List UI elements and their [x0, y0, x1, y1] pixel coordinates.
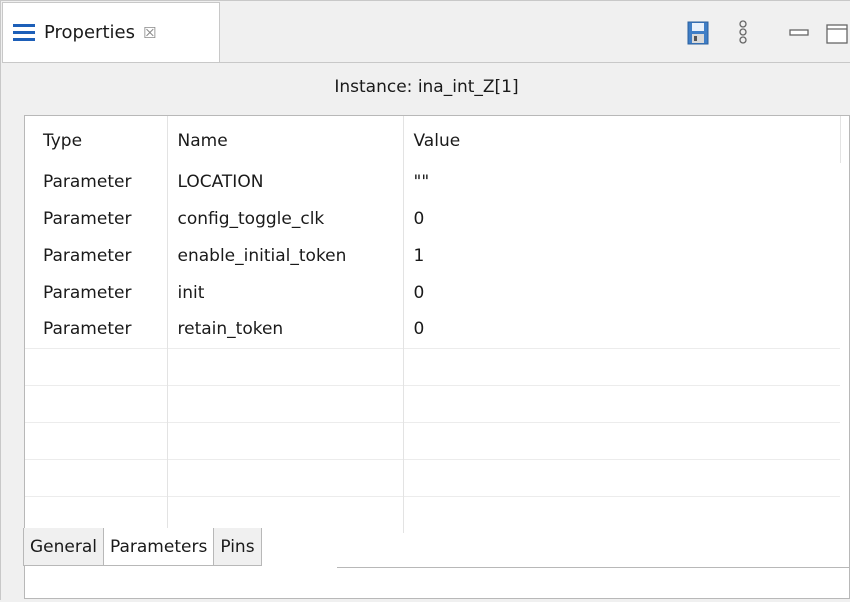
properties-body: Instance: ina_int_Z[1] Type Name Value P… [2, 62, 850, 602]
table-row[interactable]: Parameter retain_token 0 [25, 311, 840, 348]
divider [337, 567, 849, 568]
close-icon[interactable]: ☒ [143, 24, 156, 42]
table-header-row: Type Name Value [25, 116, 841, 163]
tab-pins[interactable]: Pins [214, 528, 262, 566]
empty-row [25, 458, 840, 496]
minimize-icon[interactable] [788, 19, 810, 47]
column-header-value[interactable]: Value [403, 116, 841, 163]
value-cell[interactable]: 0 [403, 200, 840, 237]
value-cell[interactable]: 0 [403, 274, 840, 311]
value-cell[interactable]: 1 [403, 237, 840, 274]
kebab-icon[interactable] [736, 19, 750, 47]
name-cell: retain_token [167, 311, 404, 348]
value-cell[interactable]: 0 [403, 311, 840, 348]
table-row[interactable]: Parameter LOCATION "" [25, 163, 840, 200]
tab-parameters[interactable]: Parameters [104, 528, 215, 566]
properties-view: Properties ☒ Instance: ina_int_Z[1] Type… [0, 0, 850, 602]
empty-row [25, 347, 840, 385]
value-cell[interactable]: "" [403, 163, 840, 200]
parameters-table: Type Name Value Parameter LOCATION "" Pa… [24, 115, 850, 599]
properties-view-tab[interactable]: Properties ☒ [2, 2, 220, 62]
table-row[interactable]: Parameter config_toggle_clk 0 [25, 200, 840, 237]
properties-table: Type Name Value Parameter LOCATION "" Pa… [25, 116, 841, 533]
maximize-icon[interactable] [824, 19, 850, 47]
type-cell: Parameter [25, 200, 168, 237]
column-header-type[interactable]: Type [25, 116, 168, 163]
tab-general[interactable]: General [23, 528, 104, 566]
type-cell: Parameter [25, 274, 168, 311]
name-cell: init [167, 274, 404, 311]
bottom-tab-bar: General Parameters Pins [23, 528, 262, 568]
empty-row [25, 384, 840, 422]
save-icon[interactable] [686, 19, 710, 47]
column-header-name[interactable]: Name [167, 116, 404, 163]
view-tab-bar: Properties ☒ [1, 1, 850, 63]
name-cell: enable_initial_token [167, 237, 404, 274]
type-cell: Parameter [25, 237, 168, 274]
hamburger-icon [13, 23, 35, 42]
name-cell: config_toggle_clk [167, 200, 404, 237]
instance-title: Instance: ina_int_Z[1] [334, 77, 519, 97]
type-cell: Parameter [25, 163, 168, 200]
name-cell: LOCATION [167, 163, 404, 200]
type-cell: Parameter [25, 311, 168, 348]
table-row[interactable]: Parameter enable_initial_token 1 [25, 237, 840, 274]
view-tab-label: Properties [44, 22, 135, 43]
table-row[interactable]: Parameter init 0 [25, 274, 840, 311]
empty-row [25, 421, 840, 459]
